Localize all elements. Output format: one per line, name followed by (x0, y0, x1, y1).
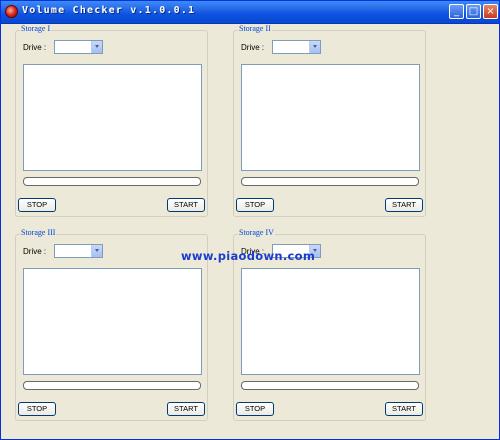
storage-group-2: Storage II Drive : STOP START (233, 24, 426, 217)
log-textarea[interactable] (23, 64, 202, 171)
progress-bar (241, 381, 419, 390)
storage-title: Storage III (20, 228, 57, 237)
drive-select[interactable] (272, 40, 321, 54)
progress-bar (241, 177, 419, 186)
stop-button[interactable]: STOP (236, 402, 274, 416)
drive-label: Drive : (23, 43, 47, 52)
storage-title: Storage IV (238, 228, 275, 237)
log-textarea[interactable] (23, 268, 202, 375)
drive-select[interactable] (54, 40, 103, 54)
storage-group-3: Storage III Drive : STOP START (15, 228, 208, 421)
start-button[interactable]: START (385, 402, 423, 416)
log-textarea[interactable] (241, 64, 420, 171)
watermark-text: www.piaodown.com (181, 249, 316, 263)
log-textarea[interactable] (241, 268, 420, 375)
maximize-button[interactable]: □ (466, 4, 481, 19)
stop-button[interactable]: STOP (18, 402, 56, 416)
storage-group-1: Storage I Drive : STOP START (15, 24, 208, 217)
stop-button[interactable]: STOP (236, 198, 274, 212)
app-window: Volume Checker v.1.0.0.1 _ □ × Storage I… (0, 0, 500, 440)
start-button[interactable]: START (167, 402, 205, 416)
drive-select[interactable] (54, 244, 103, 258)
drive-label: Drive : (241, 43, 265, 52)
app-icon (5, 5, 18, 18)
drive-label: Drive : (23, 247, 47, 256)
storage-title: Storage I (20, 24, 52, 33)
chevron-down-icon[interactable] (91, 41, 102, 53)
title-bar[interactable]: Volume Checker v.1.0.0.1 _ □ × (1, 1, 499, 24)
start-button[interactable]: START (167, 198, 205, 212)
chevron-down-icon[interactable] (309, 41, 320, 53)
storage-title: Storage II (238, 24, 272, 33)
minimize-button[interactable]: _ (449, 4, 464, 19)
progress-bar (23, 381, 201, 390)
progress-bar (23, 177, 201, 186)
start-button[interactable]: START (385, 198, 423, 212)
close-button[interactable]: × (483, 4, 498, 19)
chevron-down-icon[interactable] (91, 245, 102, 257)
stop-button[interactable]: STOP (18, 198, 56, 212)
window-title: Volume Checker v.1.0.0.1 (22, 5, 196, 16)
